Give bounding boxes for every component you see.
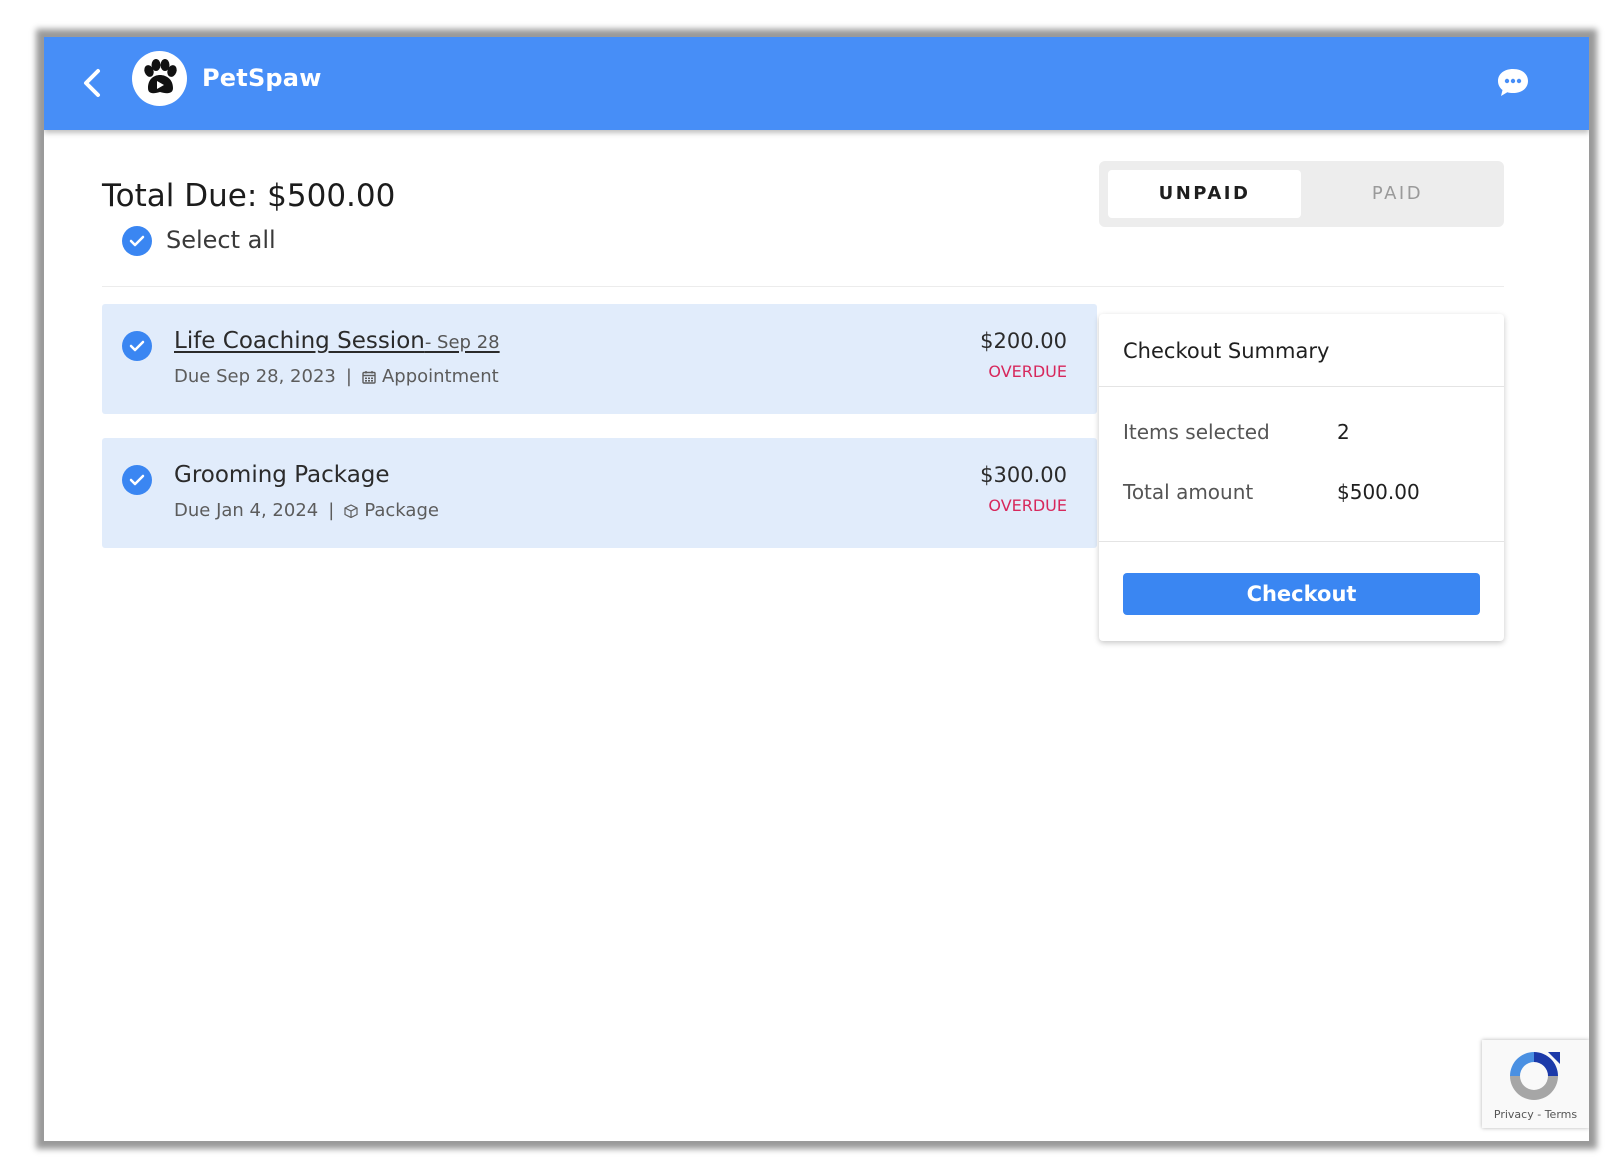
summary-divider [1099, 541, 1504, 542]
chat-button[interactable] [1496, 65, 1530, 99]
invoice-check-icon[interactable] [122, 465, 152, 495]
chat-bubble-icon [1498, 69, 1528, 96]
box-icon [344, 504, 358, 519]
total-due-label: Total Due: [102, 178, 258, 214]
invoice-item[interactable]: Grooming Package Due Jan 4, 2024 | Packag… [102, 438, 1097, 548]
meta-separator: | [328, 500, 335, 521]
summary-divider [1099, 386, 1504, 387]
paw-icon [144, 59, 177, 94]
app-logo[interactable] [132, 51, 187, 106]
select-all-label: Select all [166, 226, 276, 254]
items-selected-value: 2 [1337, 420, 1350, 444]
invoice-due-date: Due Sep 28, 2023 [174, 366, 336, 387]
invoice-due-date: Due Jan 4, 2024 [174, 500, 319, 521]
section-divider [102, 286, 1504, 287]
chevron-left-icon [84, 69, 100, 97]
status-tabs: UNPAID PAID [1099, 161, 1504, 227]
checkout-summary-card: Checkout Summary Items selected 2 Total … [1099, 314, 1504, 641]
invoice-meta: Due Jan 4, 2024 | Package [174, 500, 439, 521]
items-selected-label: Items selected [1123, 420, 1270, 444]
recaptcha-icon [1510, 1052, 1560, 1100]
meta-separator: | [345, 366, 352, 387]
invoice-type: Package [364, 500, 439, 521]
recaptcha-links[interactable]: Privacy - Terms [1482, 1108, 1589, 1121]
app-header: PetSpaw [44, 37, 1589, 130]
total-due-heading: Total Due: $500.00 [102, 178, 395, 214]
recaptcha-badge[interactable]: Privacy - Terms [1482, 1040, 1589, 1128]
invoice-title: Grooming Package [174, 462, 390, 488]
back-button[interactable] [80, 65, 106, 101]
invoice-item[interactable]: Life Coaching Session- Sep 28 Due Sep 28… [102, 304, 1097, 414]
calendar-icon [362, 371, 376, 384]
select-all-check-icon [122, 226, 152, 256]
invoice-meta: Due Sep 28, 2023 | Appointment [174, 366, 499, 387]
invoice-amount: $300.00 [980, 463, 1067, 487]
invoice-title-link[interactable]: Life Coaching Session- Sep 28 [174, 328, 500, 354]
select-all-checkbox[interactable]: Select all [122, 226, 276, 258]
invoice-title: Life Coaching Session [174, 328, 425, 354]
app-window: PetSpaw Total Due: $500.00 Select all UN… [44, 37, 1589, 1141]
invoice-check-icon[interactable] [122, 331, 152, 361]
tab-paid[interactable]: PAID [1301, 170, 1494, 218]
invoice-status-badge: OVERDUE [988, 496, 1067, 515]
total-amount-value: $500.00 [1337, 480, 1420, 504]
total-amount-label: Total amount [1123, 480, 1254, 504]
checkout-summary-title: Checkout Summary [1123, 339, 1330, 363]
total-due-value: $500.00 [267, 178, 396, 214]
tab-unpaid[interactable]: UNPAID [1108, 170, 1301, 218]
app-title: PetSpaw [202, 64, 322, 92]
invoice-type: Appointment [381, 366, 499, 387]
invoice-status-badge: OVERDUE [988, 362, 1067, 381]
invoice-amount: $200.00 [980, 329, 1067, 353]
checkout-button[interactable]: Checkout [1123, 573, 1480, 615]
invoice-title-link: Grooming Package [174, 462, 390, 488]
invoice-title-date: - Sep 28 [424, 332, 500, 353]
